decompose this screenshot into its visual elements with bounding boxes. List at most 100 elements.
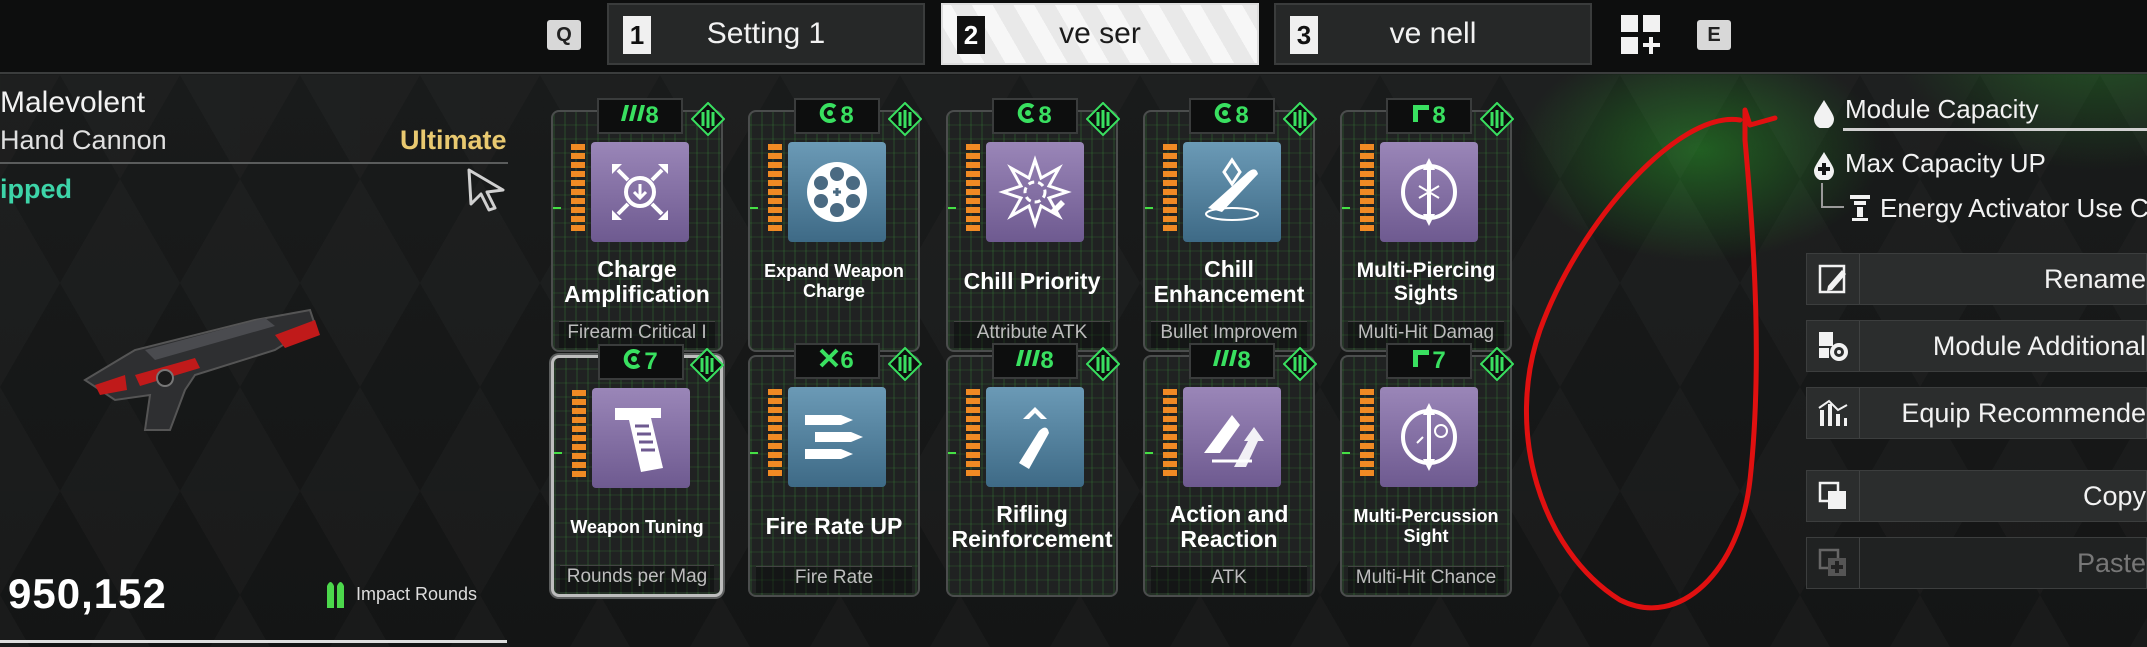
module-name: Charge Amplification [564, 255, 710, 307]
module-card[interactable]: 8 Action and Reaction ATK [1143, 343, 1318, 597]
pierce-sight-icon [1380, 142, 1478, 242]
module-level-bar [1360, 389, 1374, 489]
module-cost-value: 8 [1235, 102, 1251, 129]
capacity-up-icon [1814, 152, 1834, 180]
ammo-icon [327, 582, 344, 608]
module-capacity-label: Module Capacity [1845, 94, 2039, 124]
module-cost-badge: 8 [1189, 98, 1275, 134]
chart-icon [1807, 388, 1860, 438]
module-cost-value: 6 [840, 347, 856, 374]
module-cost-value: 7 [1432, 347, 1448, 374]
tab-number: 1 [623, 16, 651, 54]
circuit-glow [1145, 207, 1153, 210]
module-cost-value: 8 [1038, 102, 1054, 129]
module-level-bar [572, 390, 586, 490]
module-name: Multi-Piercing Sights [1356, 258, 1496, 305]
module-card[interactable]: 8 Rifling Reinforcement [946, 343, 1121, 597]
equip-recommended-button[interactable]: Equip Recommende [1806, 387, 2147, 439]
tab-label: ve ser [1059, 17, 1141, 50]
charge-burst-icon [591, 142, 689, 242]
add-setting-icon[interactable] [1617, 13, 1665, 57]
module-cost-badge: 7 [1386, 343, 1472, 379]
circuit-glow [1342, 207, 1350, 210]
module-card[interactable]: 8 Expand Weapon Charge [748, 98, 923, 352]
module-name: Chill Enhancement [1153, 255, 1305, 307]
polarity-icon [1282, 346, 1318, 382]
polarity-icon [887, 101, 923, 137]
module-category: ATK [1151, 566, 1307, 593]
energy-activator-icon [1850, 195, 1870, 221]
next-key-hint[interactable]: E [1697, 20, 1731, 50]
ammo-label: Impact Rounds [356, 583, 478, 604]
module-level-bar [571, 144, 585, 244]
module-card[interactable]: 8 Chill Enhancement Bullet Improvem [1143, 98, 1318, 352]
module-level-bar [1360, 144, 1374, 244]
module-cost-value: 8 [840, 102, 856, 129]
polarity-icon [690, 101, 726, 137]
recoil-arrows-icon [1183, 387, 1281, 487]
circuit-glow [750, 452, 758, 455]
module-category: Rounds per Mag [560, 565, 714, 592]
edit-icon [1807, 254, 1860, 304]
module-cost-value: 8 [1237, 347, 1253, 374]
magazine-icon [592, 388, 690, 488]
module-card[interactable]: 8 Chill Priority Attribute ATK [946, 98, 1121, 352]
module-category: Fire Rate [756, 566, 912, 593]
c-icon [1213, 102, 1235, 131]
r-icon [1410, 347, 1432, 376]
module-level-bar [1163, 144, 1177, 244]
water-drop-icon [1814, 100, 1834, 128]
module-category: Multi-Hit Chance [1348, 566, 1504, 593]
tab-setting-2[interactable]: 2 ve ser [941, 3, 1259, 65]
divider [0, 162, 508, 164]
triple-bar-icon [619, 102, 646, 130]
module-card[interactable]: 7 Weapon Tuning Rounds per Mag [551, 344, 725, 597]
module-cost-badge: 6 [794, 343, 880, 379]
module-level-bar [1163, 389, 1177, 489]
setting-tabs-bar: Q 1 Setting 1 2 ve ser 3 ve nell E [0, 0, 2147, 74]
weapon-power: 950,152 [8, 570, 167, 617]
copy-icon [1807, 471, 1860, 521]
module-level-bar [966, 144, 980, 244]
c-icon [1016, 102, 1038, 131]
max-capacity-up: Max Capacity UP [1845, 148, 2046, 178]
polarity-icon [1085, 101, 1121, 137]
tab-label: Setting 1 [706, 17, 826, 50]
tab-setting-3[interactable]: 3 ve nell [1274, 3, 1592, 65]
module-cost-value: 7 [644, 348, 660, 375]
rename-button[interactable]: Rename [1806, 253, 2147, 305]
module-card[interactable]: 8 Multi-Piercing Sights Multi-Hit Damag [1340, 98, 1515, 352]
paste-icon [1807, 538, 1860, 588]
tab-label: ve nell [1389, 17, 1477, 50]
polarity-icon [1085, 346, 1121, 382]
module-settings-icon [1807, 321, 1860, 371]
c-icon [622, 348, 644, 377]
copy-button[interactable]: Copy [1806, 470, 2147, 522]
module-name: Fire Rate UP [765, 513, 903, 540]
mouse-cursor-icon [467, 168, 505, 212]
polarity-icon [689, 347, 725, 383]
module-card[interactable]: 8 Charge Amplification Firearm Critical I [551, 98, 726, 352]
circuit-glow [948, 207, 956, 210]
c-icon [818, 102, 840, 131]
copy-button-label: Copy [2082, 480, 2146, 511]
frost-bullet-icon [1183, 142, 1281, 242]
circuit-glow [553, 207, 561, 210]
module-additional-button[interactable]: Module Additional [1806, 320, 2147, 372]
module-name: Multi-Percussion Sight [1353, 506, 1499, 546]
module-card[interactable]: 6 Fire Rate UP Fire Rate [748, 343, 923, 597]
module-card[interactable]: 7 Multi-Percussion Sight Multi-Hit Chance [1340, 343, 1515, 597]
polarity-icon [1282, 101, 1318, 137]
paste-button[interactable]: Paste [1806, 537, 2147, 589]
tab-setting-1[interactable]: 1 Setting 1 [607, 3, 925, 65]
tab-number: 2 [957, 16, 985, 54]
module-level-bar [966, 389, 980, 489]
module-level-bar [768, 144, 782, 244]
bullets-icon [788, 387, 886, 487]
module-level-bar [768, 389, 782, 489]
equip-recommended-label: Equip Recommende [1901, 397, 2146, 428]
paste-button-label: Paste [2076, 547, 2146, 578]
equip-status: ipped [0, 174, 72, 204]
divider [0, 640, 507, 643]
prev-key-hint[interactable]: Q [547, 20, 581, 50]
